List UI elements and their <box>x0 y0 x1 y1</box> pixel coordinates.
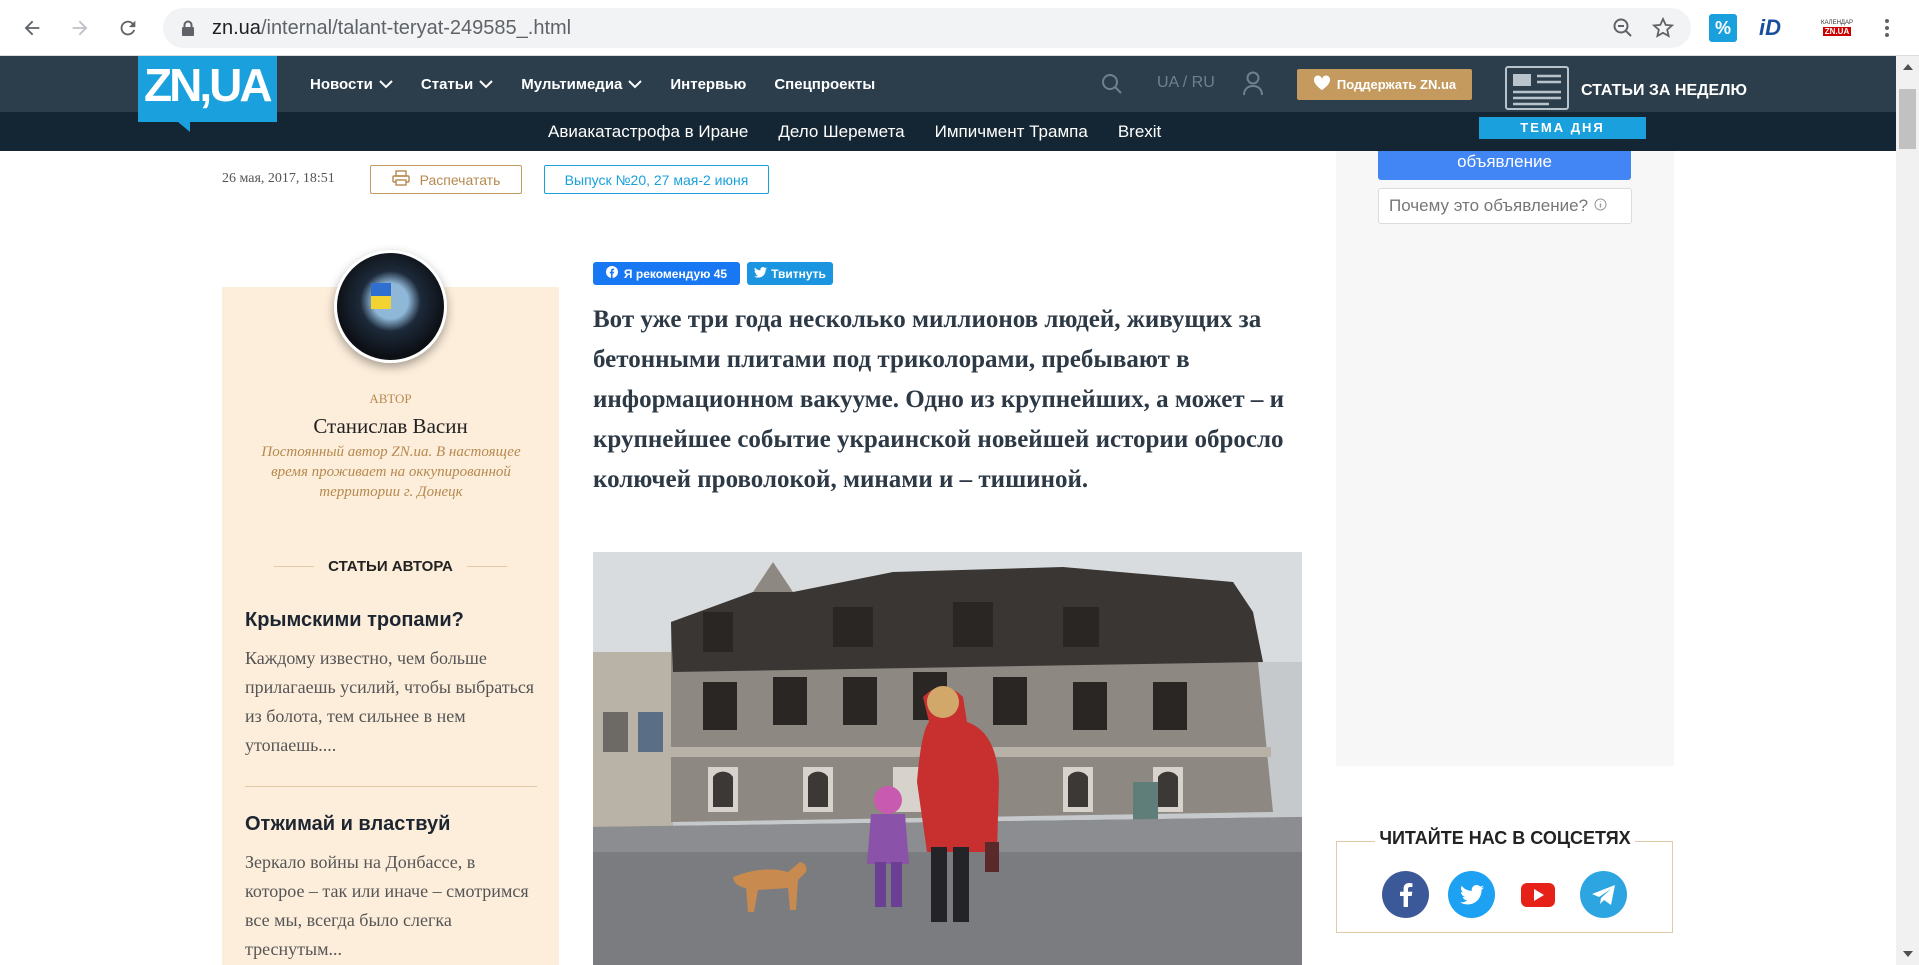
article-photo <box>593 552 1302 965</box>
nav-interview[interactable]: Интервью <box>670 76 746 93</box>
twitter-icon[interactable] <box>1448 871 1495 918</box>
telegram-icon[interactable] <box>1580 871 1627 918</box>
info-icon <box>1594 196 1607 216</box>
heart-icon <box>1313 75 1331 94</box>
topic-of-the-day-badge: ТЕМА ДНЯ <box>1479 117 1646 139</box>
scroll-thumb[interactable] <box>1899 89 1916 149</box>
facebook-icon <box>605 266 618 281</box>
zn-calendar-extension-icon[interactable]: КАЛЕНДАР ZN.UA <box>1821 14 1853 42</box>
article-excerpt: Зеркало войны на Донбассе, в которое – т… <box>245 852 529 959</box>
topic-link[interactable]: Brexit <box>1118 122 1161 142</box>
print-button[interactable]: Распечатать <box>370 165 522 194</box>
search-icon[interactable] <box>1100 72 1124 101</box>
topic-link[interactable]: Импичмент Трампа <box>935 122 1088 142</box>
author-description: Постоянный автор ZN.ua. В настоящее врем… <box>261 444 521 500</box>
bookmark-star-icon[interactable] <box>1651 16 1675 45</box>
chevron-down-icon <box>628 76 643 93</box>
divider <box>245 786 537 787</box>
social-title: ЧИТАЙТЕ НАС В СОЦСЕТЯХ <box>1375 828 1635 849</box>
tweet-button[interactable]: Твитнуть <box>747 262 833 285</box>
author-label: АВТОР <box>369 391 412 406</box>
issue-button[interactable]: Выпуск №20, 27 мая-2 июня <box>544 165 769 194</box>
twitter-icon <box>754 266 768 281</box>
support-button[interactable]: Поддержать ZN.ua <box>1297 69 1472 100</box>
zoom-icon[interactable] <box>1611 16 1635 45</box>
facebook-icon[interactable] <box>1382 871 1429 918</box>
author-article-item[interactable]: Отжимай и властвуй Зеркало войны на Донб… <box>245 813 535 964</box>
lock-icon <box>181 20 195 41</box>
weekly-articles-link[interactable]: СТАТЬИ ЗА НЕДЕЛЮ <box>1505 66 1747 115</box>
main-nav: Новости Статьи Мультимедиа Интервью Спец… <box>310 56 903 112</box>
url-text: zn.ua/internal/talant-teryat-249585_.htm… <box>212 17 572 39</box>
article-lead: Вот уже три года несколько миллионов люд… <box>593 306 1285 493</box>
nav-special[interactable]: Спецпроекты <box>774 76 875 93</box>
author-avatar <box>334 250 447 363</box>
chevron-down-icon <box>479 76 493 93</box>
percent-extension-icon[interactable]: % <box>1709 14 1737 42</box>
topic-link[interactable]: Авиакатастрофа в Иране <box>548 122 748 142</box>
ad-button[interactable]: объявление <box>1378 151 1631 180</box>
article-title[interactable]: Отжимай и властвуй <box>245 813 535 836</box>
ad-area <box>1336 151 1674 766</box>
address-bar[interactable]: zn.ua/internal/talant-teryat-249585_.htm… <box>163 8 1691 48</box>
chevron-down-icon <box>379 76 393 93</box>
page-scrollbar[interactable] <box>1896 56 1919 965</box>
site-logo[interactable]: ZN,UA <box>138 56 277 132</box>
article-excerpt: Каждому известно, чем больше прилагаешь … <box>245 648 535 755</box>
nav-articles[interactable]: Статьи <box>421 76 493 93</box>
forward-icon[interactable] <box>64 12 96 44</box>
browser-menu-icon[interactable] <box>1873 14 1901 42</box>
user-icon[interactable] <box>1242 70 1264 101</box>
scroll-down-icon[interactable] <box>1903 951 1913 957</box>
ad-why-button[interactable]: Почему это объявление? <box>1378 188 1632 224</box>
newspaper-icon <box>1505 66 1569 115</box>
facebook-recommend-button[interactable]: Я рекомендую 45 <box>593 262 740 285</box>
publish-date: 26 мая, 2017, 18:51 <box>222 171 335 186</box>
nav-news[interactable]: Новости <box>310 76 393 93</box>
browser-toolbar: zn.ua/internal/talant-teryat-249585_.htm… <box>0 0 1919 56</box>
author-article-item[interactable]: Крымскими тропами? Каждому известно, чем… <box>245 609 535 760</box>
id-extension-icon[interactable]: iD <box>1756 14 1784 42</box>
back-icon[interactable] <box>16 12 48 44</box>
scroll-up-icon[interactable] <box>1903 64 1913 70</box>
nav-multimedia[interactable]: Мультимедиа <box>521 76 643 93</box>
printer-icon <box>391 170 410 189</box>
youtube-icon[interactable] <box>1514 871 1561 918</box>
author-name[interactable]: Станислав Васин <box>222 414 559 439</box>
topic-link[interactable]: Дело Шеремета <box>778 122 904 142</box>
reload-icon[interactable] <box>112 12 144 44</box>
author-articles-heading: СТАТЬИ АВТОРА <box>222 558 559 575</box>
language-switch[interactable]: UA / RU <box>1157 74 1215 92</box>
article-title[interactable]: Крымскими тропами? <box>245 609 535 632</box>
